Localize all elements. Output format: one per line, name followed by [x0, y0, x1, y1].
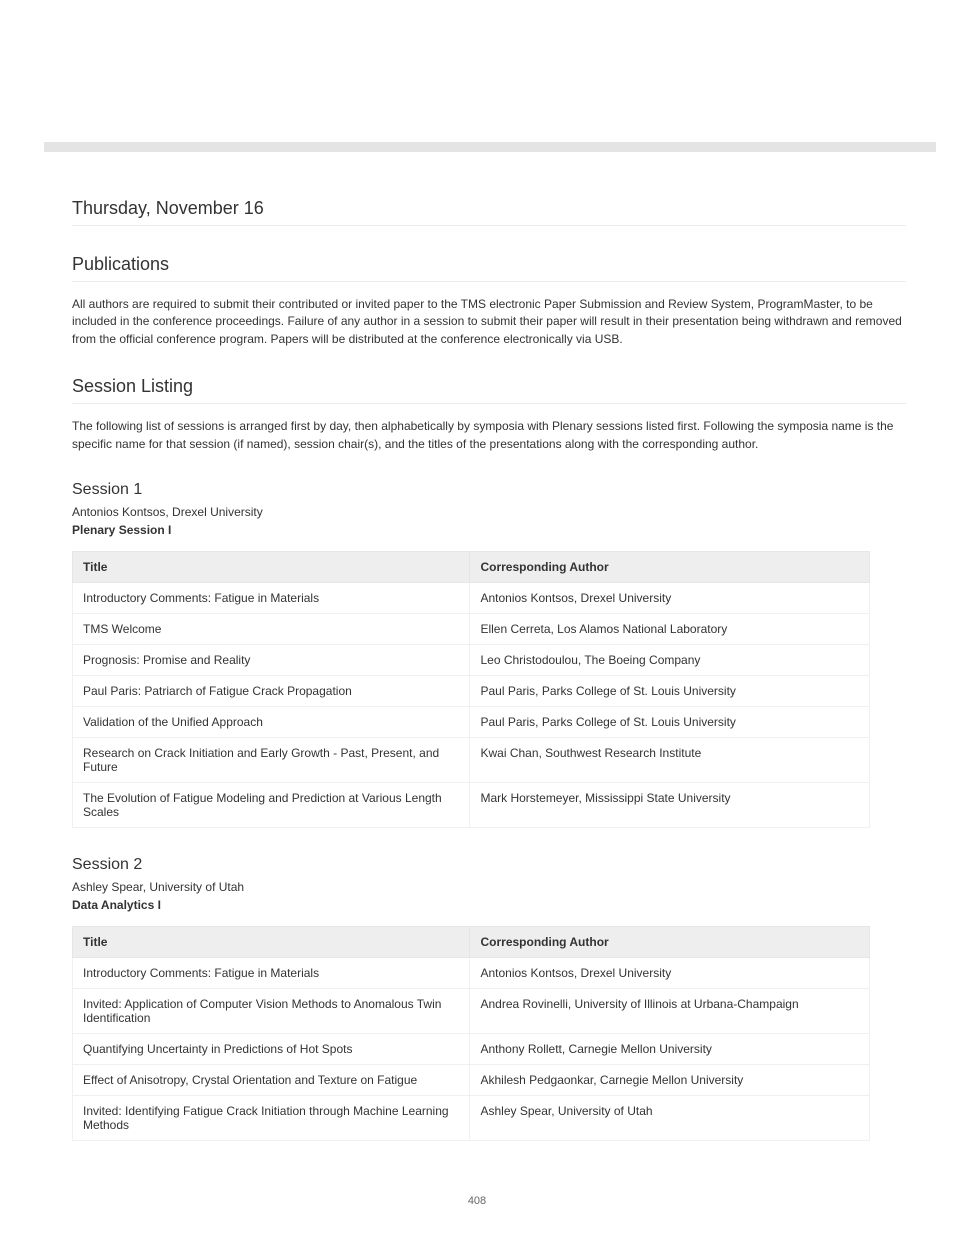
- cell-author: Ellen Cerreta, Los Alamos National Labor…: [470, 613, 870, 644]
- session-2-title: Data Analytics I: [72, 898, 906, 912]
- cell-title: The Evolution of Fatigue Modeling and Pr…: [73, 782, 470, 827]
- cell-title: Research on Crack Initiation and Early G…: [73, 737, 470, 782]
- col-author: Corresponding Author: [470, 926, 870, 957]
- col-title: Title: [73, 926, 470, 957]
- table-row: TMS WelcomeEllen Cerreta, Los Alamos Nat…: [73, 613, 870, 644]
- cell-title: Invited: Identifying Fatigue Crack Initi…: [73, 1095, 470, 1140]
- session-1-table: Title Corresponding Author Introductory …: [72, 551, 870, 828]
- table-header-row: Title Corresponding Author: [73, 551, 870, 582]
- table-row: Validation of the Unified ApproachPaul P…: [73, 706, 870, 737]
- page-content: Thursday, November 16 Publications All a…: [72, 170, 906, 1141]
- divider: [72, 225, 906, 226]
- session-listing-paragraph: The following list of sessions is arrang…: [72, 418, 906, 453]
- table-row: Introductory Comments: Fatigue in Materi…: [73, 582, 870, 613]
- session-2-chair: Ashley Spear, University of Utah: [72, 880, 906, 894]
- cell-title: Introductory Comments: Fatigue in Materi…: [73, 957, 470, 988]
- cell-author: Leo Christodoulou, The Boeing Company: [470, 644, 870, 675]
- publications-paragraph: All authors are required to submit their…: [72, 296, 906, 348]
- cell-title: Introductory Comments: Fatigue in Materi…: [73, 582, 470, 613]
- table-row: Invited: Application of Computer Vision …: [73, 988, 870, 1033]
- day-heading: Thursday, November 16: [72, 198, 906, 219]
- cell-author: Andrea Rovinelli, University of Illinois…: [470, 988, 870, 1033]
- cell-title: Quantifying Uncertainty in Predictions o…: [73, 1033, 470, 1064]
- top-divider-bar: [44, 142, 936, 152]
- cell-author: Mark Horstemeyer, Mississippi State Univ…: [470, 782, 870, 827]
- session-1-title: Plenary Session I: [72, 523, 906, 537]
- col-author: Corresponding Author: [470, 551, 870, 582]
- cell-title: TMS Welcome: [73, 613, 470, 644]
- session-listing-heading: Session Listing: [72, 376, 906, 397]
- cell-author: Akhilesh Pedgaonkar, Carnegie Mellon Uni…: [470, 1064, 870, 1095]
- publications-heading: Publications: [72, 254, 906, 275]
- session-2-heading: Session 2: [72, 856, 906, 874]
- session-1-chair: Antonios Kontsos, Drexel University: [72, 505, 906, 519]
- cell-author: Antonios Kontsos, Drexel University: [470, 957, 870, 988]
- cell-title: Paul Paris: Patriarch of Fatigue Crack P…: [73, 675, 470, 706]
- table-row: Invited: Identifying Fatigue Crack Initi…: [73, 1095, 870, 1140]
- page-number: 408: [0, 1195, 954, 1207]
- cell-author: Antonios Kontsos, Drexel University: [470, 582, 870, 613]
- cell-author: Kwai Chan, Southwest Research Institute: [470, 737, 870, 782]
- table-row: Paul Paris: Patriarch of Fatigue Crack P…: [73, 675, 870, 706]
- divider: [72, 403, 906, 404]
- cell-title: Prognosis: Promise and Reality: [73, 644, 470, 675]
- cell-author: Paul Paris, Parks College of St. Louis U…: [470, 675, 870, 706]
- table-row: Research on Crack Initiation and Early G…: [73, 737, 870, 782]
- session-1-heading: Session 1: [72, 481, 906, 499]
- cell-author: Ashley Spear, University of Utah: [470, 1095, 870, 1140]
- table-row: Prognosis: Promise and RealityLeo Christ…: [73, 644, 870, 675]
- table-row: Quantifying Uncertainty in Predictions o…: [73, 1033, 870, 1064]
- col-title: Title: [73, 551, 470, 582]
- table-row: Effect of Anisotropy, Crystal Orientatio…: [73, 1064, 870, 1095]
- cell-title: Invited: Application of Computer Vision …: [73, 988, 470, 1033]
- session-2-table: Title Corresponding Author Introductory …: [72, 926, 870, 1141]
- cell-title: Validation of the Unified Approach: [73, 706, 470, 737]
- divider: [72, 281, 906, 282]
- cell-title: Effect of Anisotropy, Crystal Orientatio…: [73, 1064, 470, 1095]
- table-row: The Evolution of Fatigue Modeling and Pr…: [73, 782, 870, 827]
- table-row: Introductory Comments: Fatigue in Materi…: [73, 957, 870, 988]
- table-header-row: Title Corresponding Author: [73, 926, 870, 957]
- cell-author: Anthony Rollett, Carnegie Mellon Univers…: [470, 1033, 870, 1064]
- cell-author: Paul Paris, Parks College of St. Louis U…: [470, 706, 870, 737]
